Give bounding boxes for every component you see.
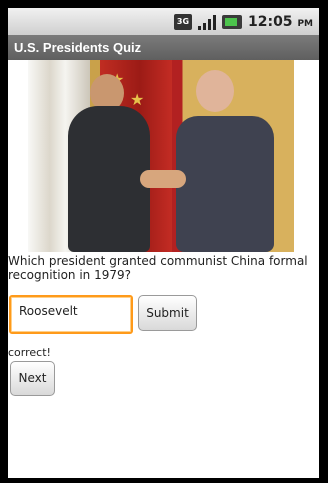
- person-right: [176, 116, 274, 252]
- answer-input[interactable]: Roosevelt: [9, 295, 133, 334]
- 3g-icon: 3G: [173, 13, 192, 30]
- battery-icon: [221, 14, 242, 29]
- question-text: Which president granted communist China …: [8, 254, 308, 282]
- handshake: [140, 170, 186, 188]
- result-text: correct!: [8, 346, 51, 359]
- app-title: U.S. Presidents Quiz: [8, 35, 319, 60]
- submit-button[interactable]: Submit: [138, 295, 197, 331]
- phone-frame: 3G 12:05 PM U.S. Presidents Quiz ★ ★ Whi…: [0, 0, 328, 483]
- person-left: [68, 106, 150, 252]
- question-photo: ★ ★: [28, 60, 294, 252]
- signal-strength-icon: [197, 14, 216, 30]
- status-time: 12:05 PM: [247, 13, 313, 30]
- person-head-right: [196, 70, 234, 112]
- main-content: ★ ★ Which president granted communist Ch…: [8, 60, 319, 478]
- status-bar: 3G 12:05 PM: [8, 8, 319, 35]
- next-button[interactable]: Next: [10, 361, 55, 396]
- flag-star-icon: ★: [130, 90, 145, 109]
